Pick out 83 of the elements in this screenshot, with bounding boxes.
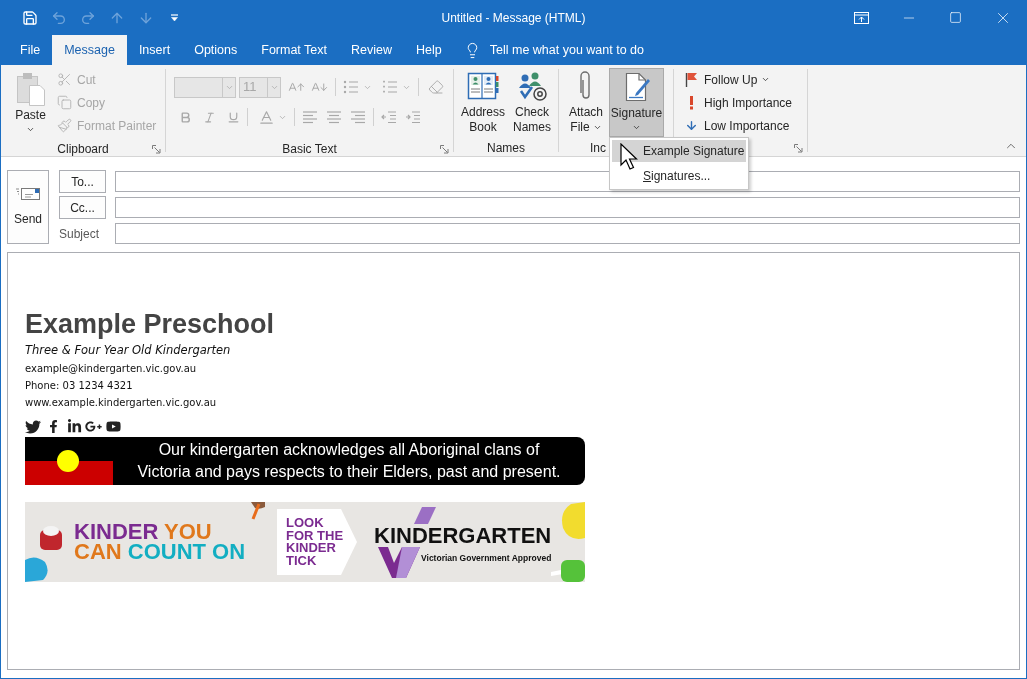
caret-icon — [761, 75, 771, 84]
dialog-launcher-icon[interactable] — [794, 143, 803, 153]
group-label: Inc — [590, 140, 606, 157]
clear-formatting-icon[interactable] — [428, 79, 444, 95]
message-body-field[interactable] — [7, 252, 1020, 670]
ribbon-display-options-icon[interactable] — [854, 11, 869, 24]
cc-button[interactable]: Cc... — [59, 196, 106, 219]
mouse-pointer-icon — [620, 143, 638, 170]
google-plus-icon[interactable] — [85, 418, 102, 435]
font-color-icon[interactable] — [258, 108, 275, 126]
group-label: Basic Text — [282, 141, 337, 158]
bold-icon[interactable] — [179, 110, 192, 124]
menu-item[interactable]: Signatures... — [612, 165, 746, 187]
maximize-icon[interactable] — [949, 11, 962, 24]
banner-headline: KINDER YOU CAN COUNT ON — [74, 522, 247, 562]
paperclip-icon — [579, 71, 593, 101]
copy-icon — [57, 95, 72, 110]
align-right-icon[interactable] — [350, 110, 366, 124]
signature-button[interactable]: Signature — [609, 68, 664, 137]
ribbon-tab[interactable]: Format Text — [249, 35, 339, 65]
low-importance-button[interactable]: Low Importance — [683, 114, 807, 137]
follow-up-button[interactable]: Follow Up — [683, 68, 807, 91]
ribbon-tab[interactable]: Insert — [126, 35, 183, 65]
ribbon-tab[interactable]: File — [8, 35, 53, 65]
scissors-icon — [57, 72, 72, 87]
caret-icon — [26, 125, 35, 134]
italic-icon[interactable] — [203, 110, 216, 124]
paintbrush-icon — [57, 118, 72, 133]
subject-label: Subject — [59, 226, 100, 241]
ribbon-tab[interactable]: Message — [52, 35, 127, 65]
high-importance-button[interactable]: High Importance — [683, 91, 807, 114]
clipboard-icon — [15, 72, 46, 106]
decrease-indent-icon[interactable] — [381, 110, 397, 124]
playdough-lump-drawing — [561, 502, 585, 540]
facebook-icon[interactable] — [47, 420, 60, 433]
linkedin-icon[interactable] — [67, 419, 82, 434]
youtube-icon[interactable] — [106, 419, 121, 434]
ribbon-tab[interactable]: Help — [404, 35, 454, 65]
address-book-icon — [467, 71, 499, 101]
twitter-icon[interactable] — [25, 418, 41, 435]
banner-approval-text: Victorian Government Approved — [421, 551, 552, 565]
tell-me-search[interactable]: Tell me what you want to do — [463, 35, 644, 65]
align-center-icon[interactable] — [326, 110, 342, 124]
paste-button[interactable]: Paste — [8, 68, 53, 137]
envelope-icon — [15, 186, 41, 201]
underline-icon[interactable] — [227, 110, 240, 124]
numbered-list-icon[interactable] — [382, 80, 398, 94]
playdough-lump-drawing — [25, 556, 49, 582]
address-book-button[interactable]: Address Book — [459, 68, 507, 137]
dialog-launcher-icon[interactable] — [440, 144, 449, 154]
signature-email: example@kindergarten.vic.gov.au — [25, 362, 198, 376]
check-names-button[interactable]: Check Names — [509, 68, 555, 137]
subject-field[interactable] — [115, 223, 1020, 244]
signature-phone: Phone: 03 1234 4321 — [25, 379, 134, 393]
tick-lower-stroke-icon — [378, 546, 420, 578]
acknowledgement-text: Our kindergarten acknowledges all Aboriginal clans of Victoria and pays respects to their Elders, past and present. — [136, 440, 562, 482]
customize-caret-icon[interactable] — [170, 13, 180, 22]
signature-tagline: Three & Four Year Old Kindergarten — [25, 342, 231, 358]
send-button[interactable]: Send — [7, 170, 49, 244]
save-icon[interactable] — [22, 9, 39, 26]
attach-file-button[interactable]: Attach File — [566, 68, 606, 137]
banner-brand: KINDERGARTEN — [374, 523, 552, 547]
ribbon-tab[interactable]: Review — [339, 35, 404, 65]
cc-field[interactable] — [115, 197, 1020, 218]
bullet-list-icon[interactable] — [343, 80, 359, 94]
group-label: Names — [487, 140, 525, 157]
dialog-launcher-icon[interactable] — [152, 144, 161, 154]
increase-indent-icon[interactable] — [405, 110, 421, 124]
check-names-icon — [516, 71, 548, 101]
crayon-drawing — [249, 502, 265, 520]
window-title: Untitled - Message (HTML) — [441, 9, 586, 27]
to-button[interactable]: To... — [59, 170, 106, 193]
down-arrow-icon — [685, 119, 698, 132]
align-left-icon[interactable] — [302, 110, 318, 124]
flag-icon — [685, 72, 698, 87]
caret-icon — [632, 123, 641, 132]
group-label: Clipboard — [57, 141, 109, 158]
tick-prompt: LOOK FOR THE KINDER TICK — [277, 509, 357, 575]
menu-item[interactable]: Example Signature — [612, 140, 746, 162]
tick-upper-stroke-icon — [414, 506, 436, 524]
signature-website: www.example.kindergarten.vic.gov.au — [25, 396, 217, 410]
signature-name: Example Preschool — [25, 309, 275, 339]
ribbon-tab[interactable]: Options — [182, 35, 250, 65]
